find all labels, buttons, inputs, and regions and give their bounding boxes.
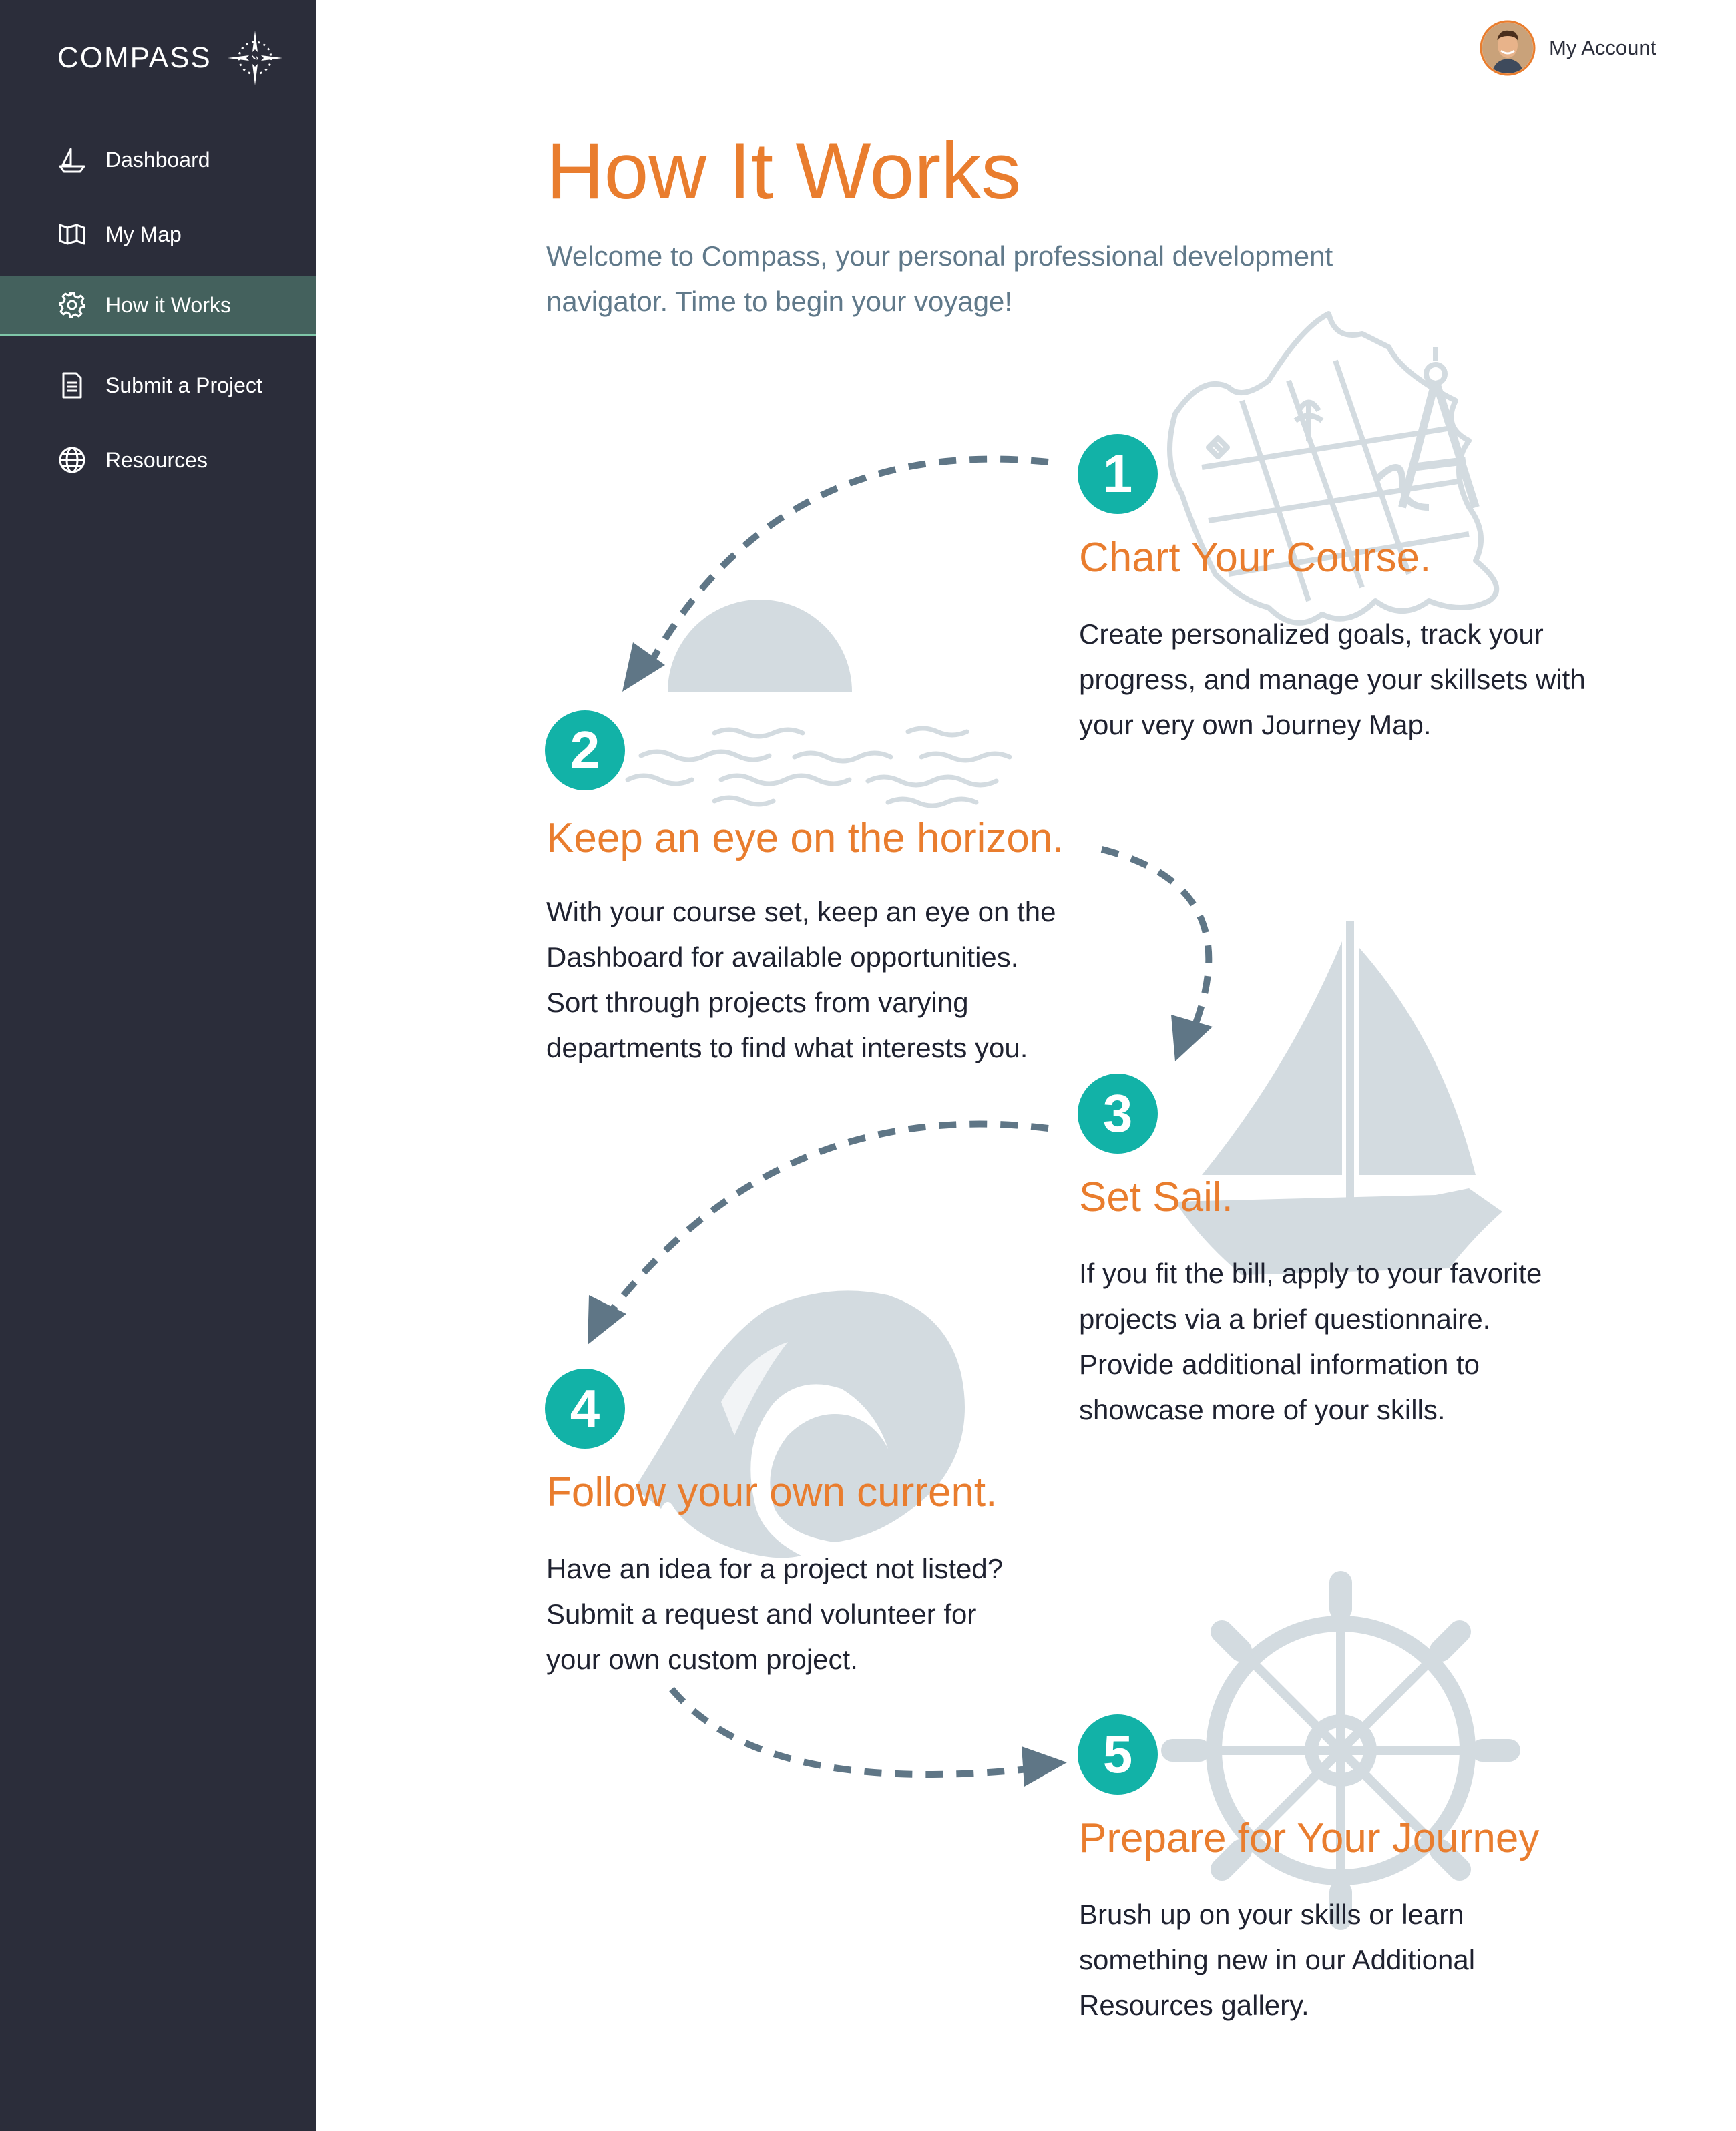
step-2-description: With your course set, keep an eye on the… <box>546 889 1094 1071</box>
step-text-line: projects via a brief questionnaire. <box>1079 1303 1491 1335</box>
step-text-line: progress, and manage your skillsets with <box>1079 664 1586 695</box>
step-text-line: showcase more of your skills. <box>1079 1394 1446 1425</box>
step-text-line: something new in our Additional <box>1079 1944 1476 1975</box>
wave-illustration <box>634 1290 965 1558</box>
step-text-line: With your course set, keep an eye on the <box>546 896 1056 927</box>
step-text-line: Sort through projects from varying <box>546 987 969 1018</box>
step-4-title: Follow your own current. <box>546 1469 998 1515</box>
step-text-line: your own custom project. <box>546 1644 858 1675</box>
step-text-line: Create personalized goals, track your <box>1079 618 1544 650</box>
intro-line: Welcome to Compass, your personal profes… <box>546 240 1333 272</box>
step-text-line: Resources gallery. <box>1079 1989 1309 2021</box>
step-5-title: Prepare for Your Journey <box>1079 1815 1540 1861</box>
step-1-description: Create personalized goals, track your pr… <box>1079 612 1626 748</box>
step-3-badge: 3 <box>1078 1074 1158 1154</box>
ship-wheel-illustration <box>1161 1571 1520 1930</box>
step-text-line: Provide additional information to <box>1079 1349 1480 1380</box>
step-text-line: your very own Journey Map. <box>1079 709 1432 740</box>
step-1-badge: 1 <box>1078 434 1158 514</box>
step-2-title: Keep an eye on the horizon. <box>546 815 1064 861</box>
sunset-horizon-illustration <box>625 600 1012 808</box>
intro-line: navigator. Time to begin your voyage! <box>546 286 1013 317</box>
step-5-badge: 5 <box>1078 1714 1158 1795</box>
step-4-description: Have an idea for a project not listed? S… <box>546 1546 1094 1682</box>
step-text-line: If you fit the bill, apply to your favor… <box>1079 1258 1542 1289</box>
page-title: How It Works <box>546 126 1022 216</box>
sailboat-illustration <box>1175 921 1502 1275</box>
intro-text: Welcome to Compass, your personal profes… <box>546 234 1414 324</box>
step-3-title: Set Sail. <box>1079 1174 1233 1220</box>
step-2-badge: 2 <box>545 710 625 790</box>
step-4-badge: 4 <box>545 1369 625 1449</box>
step-text-line: Dashboard for available opportunities. <box>546 941 1019 973</box>
step-5-description: Brush up on your skills or learn somethi… <box>1079 1892 1626 2028</box>
step-1-title: Chart Your Course. <box>1079 535 1432 581</box>
step-text-line: Have an idea for a project not listed? <box>546 1553 1004 1584</box>
step-text-line: departments to find what interests you. <box>546 1032 1028 1063</box>
step-text-line: Submit a request and volunteer for <box>546 1598 977 1630</box>
step-3-description: If you fit the bill, apply to your favor… <box>1079 1251 1626 1433</box>
step-text-line: Brush up on your skills or learn <box>1079 1899 1464 1930</box>
